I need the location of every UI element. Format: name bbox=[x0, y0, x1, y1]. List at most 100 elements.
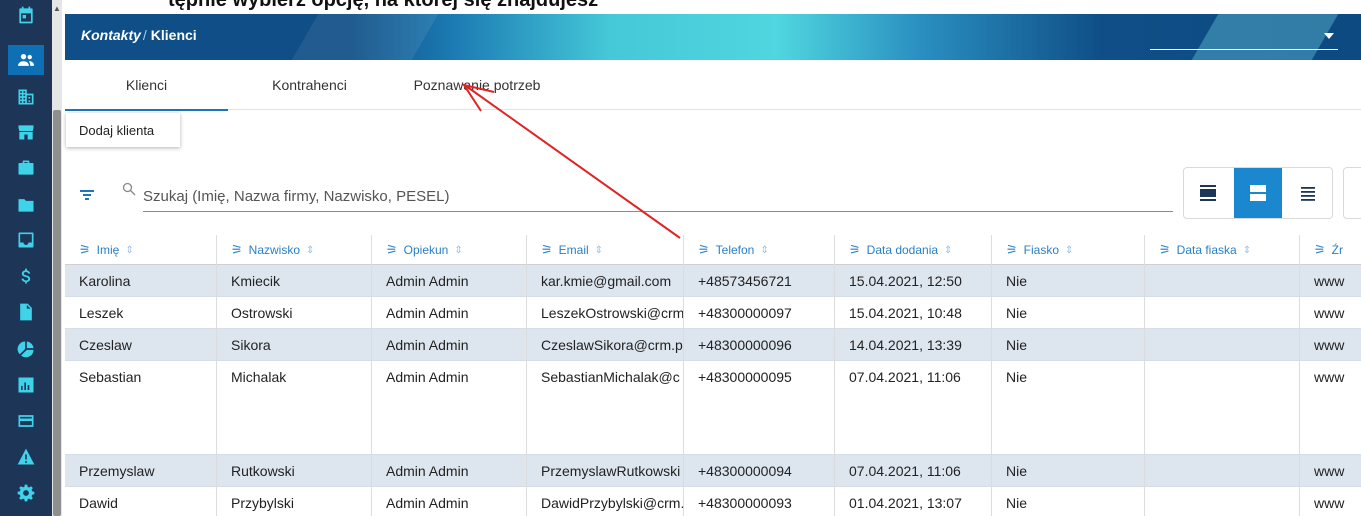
card-icon[interactable] bbox=[8, 406, 44, 436]
view-large-icon[interactable] bbox=[1184, 168, 1232, 218]
tab-kontrahenci[interactable]: Kontrahenci bbox=[228, 60, 391, 110]
contacts-icon[interactable] bbox=[8, 45, 44, 75]
cell-failure-date bbox=[1145, 297, 1300, 328]
calendar-icon[interactable] bbox=[8, 0, 44, 30]
chevron-down-icon[interactable] bbox=[1324, 33, 1334, 39]
filter-icon[interactable]: ⚞ bbox=[79, 242, 91, 258]
cell-last-name: Rutkowski bbox=[217, 455, 372, 486]
sort-icon[interactable]: ⇕ bbox=[125, 245, 133, 256]
filter-icon[interactable]: ⚞ bbox=[1314, 242, 1326, 258]
cell-owner: Admin Admin bbox=[372, 361, 527, 454]
cell-failure: Nie bbox=[992, 297, 1145, 328]
column-header-fiasko[interactable]: ⚞ Fiasko ⇕ bbox=[992, 235, 1145, 265]
cell-email: CzeslawSikora@crm.p bbox=[527, 329, 684, 360]
table-row[interactable]: Sebastian Michalak Admin Admin Sebastian… bbox=[65, 361, 1361, 455]
search-input[interactable] bbox=[143, 182, 1173, 212]
cell-first-name: Przemyslaw bbox=[65, 455, 217, 486]
sort-icon[interactable]: ⇕ bbox=[944, 245, 952, 256]
view-list-icon[interactable] bbox=[1284, 168, 1332, 218]
table-row[interactable]: Leszek Ostrowski Admin Admin LeszekOstro… bbox=[65, 297, 1361, 329]
scroll-up-icon[interactable]: ▲ bbox=[52, 4, 62, 13]
dollar-icon[interactable] bbox=[8, 262, 44, 292]
cell-failure-date bbox=[1145, 487, 1300, 516]
document-icon[interactable] bbox=[8, 297, 44, 327]
table-row[interactable]: Przemyslaw Rutkowski Admin Admin Przemys… bbox=[65, 455, 1361, 487]
cell-failure: Nie bbox=[992, 265, 1145, 296]
column-label: Telefon bbox=[715, 243, 755, 257]
cell-owner: Admin Admin bbox=[372, 265, 527, 296]
view-mode-toggle bbox=[1183, 167, 1333, 219]
inbox-icon[interactable] bbox=[8, 225, 44, 255]
cell-first-name: Sebastian bbox=[65, 361, 217, 454]
column-header-zrodlo[interactable]: ⚞ Źr bbox=[1300, 235, 1361, 265]
filter-icon[interactable]: ⚞ bbox=[386, 242, 398, 258]
cell-last-name: Kmiecik bbox=[217, 265, 372, 296]
filter-icon[interactable]: ⚞ bbox=[1159, 242, 1171, 258]
cell-phone: +48300000097 bbox=[684, 297, 835, 328]
view-extra-button[interactable] bbox=[1343, 167, 1361, 219]
column-header-data-dodania[interactable]: ⚞ Data dodania ⇕ bbox=[835, 235, 992, 265]
cell-source: www bbox=[1314, 495, 1345, 511]
column-header-opiekun[interactable]: ⚞ Opiekun ⇕ bbox=[372, 235, 527, 265]
filter-icon[interactable]: ⚞ bbox=[231, 242, 243, 258]
column-header-email[interactable]: ⚞ Email ⇕ bbox=[527, 235, 684, 265]
cell-last-name: Michalak bbox=[217, 361, 372, 454]
cell-phone: +48300000094 bbox=[684, 455, 835, 486]
top-instruction-text: tępnie wybierz opcję, na której się znaj… bbox=[0, 0, 1361, 14]
sort-icon[interactable]: ⇕ bbox=[1243, 245, 1251, 256]
tab-klienci[interactable]: Klienci bbox=[65, 60, 228, 111]
tab-poznawanie-potrzeb[interactable]: Poznawanie potrzeb bbox=[391, 60, 563, 110]
column-label: Imię bbox=[96, 243, 120, 257]
column-label: Fiasko bbox=[1023, 243, 1059, 257]
page-title: Klienci bbox=[150, 27, 197, 43]
cell-email: LeszekOstrowski@crm bbox=[527, 297, 684, 328]
column-header-imie[interactable]: ⚞ Imię ⇕ bbox=[65, 235, 217, 265]
breadcrumb-separator: / bbox=[142, 27, 147, 43]
column-header-nazwisko[interactable]: ⚞ Nazwisko ⇕ bbox=[217, 235, 372, 265]
app-root: tępnie wybierz opcję, na której się znaj… bbox=[0, 0, 1361, 516]
breadcrumb: Kontakty / Klienci bbox=[81, 27, 197, 43]
pie-chart-icon[interactable] bbox=[8, 334, 44, 364]
column-header-data-fiaska[interactable]: ⚞ Data fiaska ⇕ bbox=[1145, 235, 1300, 265]
cell-failure: Nie bbox=[992, 361, 1145, 454]
sidebar-scrollbar[interactable]: ▲ bbox=[52, 0, 62, 516]
filter-icon[interactable] bbox=[79, 187, 95, 203]
cell-phone: +48300000095 bbox=[684, 361, 835, 454]
cell-owner: Admin Admin bbox=[372, 487, 527, 516]
filter-icon[interactable]: ⚞ bbox=[698, 242, 710, 258]
filter-icon[interactable]: ⚞ bbox=[541, 242, 553, 258]
briefcase-icon[interactable] bbox=[8, 153, 44, 183]
breadcrumb-contacts[interactable]: Kontakty bbox=[81, 27, 141, 43]
table-row[interactable]: Karolina Kmiecik Admin Admin kar.kmie@gm… bbox=[65, 265, 1361, 297]
sort-icon[interactable]: ⇕ bbox=[306, 245, 314, 256]
cell-date-added: 15.04.2021, 10:48 bbox=[835, 297, 992, 328]
building-icon[interactable] bbox=[8, 82, 44, 112]
bar-chart-icon[interactable] bbox=[8, 370, 44, 400]
filter-icon[interactable]: ⚞ bbox=[849, 242, 861, 258]
cell-phone: +48573456721 bbox=[684, 265, 835, 296]
column-header-telefon[interactable]: ⚞ Telefon ⇕ bbox=[684, 235, 835, 265]
gear-icon[interactable] bbox=[8, 478, 44, 508]
cell-owner: Admin Admin bbox=[372, 329, 527, 360]
header-dropdown[interactable] bbox=[1150, 22, 1338, 50]
cell-last-name: Sikora bbox=[217, 329, 372, 360]
warning-icon[interactable] bbox=[8, 442, 44, 472]
cell-source: www bbox=[1314, 369, 1345, 385]
add-client-button[interactable]: Dodaj klienta bbox=[66, 113, 180, 147]
store-icon[interactable] bbox=[8, 117, 44, 147]
table-row[interactable]: Czeslaw Sikora Admin Admin CzeslawSikora… bbox=[65, 329, 1361, 361]
sidebar bbox=[0, 0, 52, 516]
sort-icon[interactable]: ⇕ bbox=[595, 245, 603, 256]
cell-first-name: Leszek bbox=[65, 297, 217, 328]
column-label: Data fiaska bbox=[1176, 243, 1237, 257]
folder-icon[interactable] bbox=[8, 190, 44, 220]
view-medium-icon[interactable] bbox=[1234, 168, 1282, 218]
sort-icon[interactable]: ⇕ bbox=[760, 245, 768, 256]
cell-date-added: 15.04.2021, 12:50 bbox=[835, 265, 992, 296]
table-row[interactable]: Dawid Przybylski Admin Admin DawidPrzyby… bbox=[65, 487, 1361, 516]
cell-date-added: 07.04.2021, 11:06 bbox=[835, 455, 992, 486]
filter-icon[interactable]: ⚞ bbox=[1006, 242, 1018, 258]
scrollbar-thumb[interactable] bbox=[53, 110, 61, 516]
sort-icon[interactable]: ⇕ bbox=[1065, 245, 1073, 256]
sort-icon[interactable]: ⇕ bbox=[454, 245, 462, 256]
